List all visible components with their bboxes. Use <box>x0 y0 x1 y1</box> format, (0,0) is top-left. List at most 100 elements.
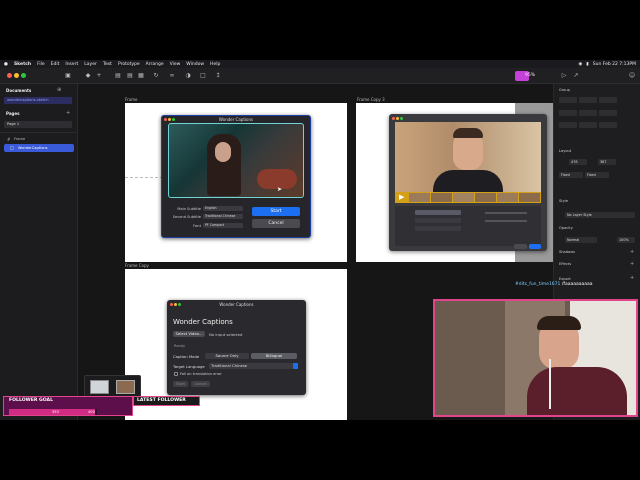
chat-username: #dits_fun_time1671 <box>515 282 561 287</box>
frame-layer-icon: # <box>7 137 11 142</box>
mouse-cursor-icon: ➤ <box>277 186 283 193</box>
main-subtitle-select[interactable]: English <box>203 206 243 211</box>
left-sidebar <box>0 84 78 420</box>
menu-window[interactable]: Window <box>186 62 204 67</box>
layer-wondercaptions-label: WonderCaptions <box>18 146 48 150</box>
menu-app-name[interactable]: Sketch <box>14 62 31 67</box>
wifi-icon[interactable]: ◉ <box>578 62 582 67</box>
artboard-label-frame-copy-3[interactable]: Frame Copy 3 <box>357 97 385 102</box>
video-face <box>215 142 231 162</box>
thumb-6 <box>519 193 540 202</box>
second-subtitle-select[interactable]: Traditional Chinese <box>203 214 243 219</box>
menu-view[interactable]: View <box>170 62 181 67</box>
inspector-field-9[interactable] <box>599 122 617 128</box>
zoom-window-button[interactable] <box>21 73 26 78</box>
thumbnail-1[interactable] <box>90 380 109 394</box>
grid-icon[interactable]: ▦ <box>137 72 145 80</box>
menu-help[interactable]: Help <box>210 62 220 67</box>
mask-icon[interactable]: ◑ <box>184 72 192 80</box>
link-icon[interactable]: ∞ <box>168 72 176 80</box>
y-position-field[interactable]: 387 <box>598 159 616 165</box>
target-language-select[interactable]: Traditional Chinese <box>209 363 298 369</box>
bilingual-option[interactable]: Bilingual <box>251 353 297 359</box>
source-only-option[interactable]: Source Only <box>205 353 249 359</box>
x-position-field[interactable]: 478 <box>569 159 587 165</box>
frame-icon[interactable]: □ <box>199 72 207 80</box>
add-shadow-icon[interactable]: + <box>630 249 634 255</box>
user-icon[interactable]: ☺ <box>628 72 636 80</box>
window2-dropdown-1[interactable] <box>415 210 461 215</box>
start-button[interactable]: Start <box>252 207 300 216</box>
select-video-button[interactable]: Select Video... <box>173 331 205 337</box>
height-fixed-field[interactable]: Fixed <box>585 172 609 178</box>
window3-cancel-button[interactable]: Cancel <box>191 381 210 387</box>
webcam-preview[interactable] <box>395 122 541 192</box>
add-export-icon[interactable]: + <box>630 275 634 281</box>
streamer-body <box>527 367 627 415</box>
document-add-icon[interactable]: ⊕ <box>57 87 61 93</box>
width-fixed-field[interactable]: Fixed <box>559 172 583 178</box>
align-icon[interactable]: ▤ <box>114 72 122 80</box>
distribute-icon[interactable]: ▤ <box>126 72 134 80</box>
close-window-button[interactable] <box>7 73 12 78</box>
play-button-icon[interactable]: ▶ <box>399 193 404 201</box>
inspector-field-6[interactable] <box>599 110 617 116</box>
window2-zoom-icon[interactable] <box>400 117 403 120</box>
menubar-clock[interactable]: Sun Feb 22 7:13PM <box>593 62 636 67</box>
window2-secondary-button[interactable] <box>514 244 527 249</box>
artboard-label-frame-copy[interactable]: Frame Copy <box>125 263 149 268</box>
inspector-field-2[interactable] <box>579 97 597 103</box>
window2-slider-1[interactable] <box>485 212 527 214</box>
minimize-window-button[interactable] <box>14 73 19 78</box>
person-hair <box>453 128 483 138</box>
webcam-overlay <box>433 299 638 417</box>
menu-prototype[interactable]: Prototype <box>118 62 140 67</box>
window2-dropdown-2[interactable] <box>415 218 461 223</box>
sidebar-toggle-icon[interactable]: ▣ <box>64 72 72 80</box>
menu-layer[interactable]: Layer <box>84 62 97 67</box>
window3-start-button[interactable]: Start <box>173 381 188 387</box>
inspector-field-7[interactable] <box>559 122 577 128</box>
opacity-field[interactable]: 100% <box>617 237 635 243</box>
zoom-level[interactable]: 95% <box>525 73 535 78</box>
share-icon[interactable]: ↗ <box>572 72 580 80</box>
refresh-icon[interactable]: ↻ <box>152 72 160 80</box>
thumbnail-2[interactable] <box>116 380 135 394</box>
fallback-checkbox[interactable] <box>174 372 178 376</box>
battery-icon[interactable]: ▮ <box>586 62 588 67</box>
add-page-icon[interactable]: + <box>66 110 70 116</box>
upload-icon[interactable]: ↥ <box>214 72 222 80</box>
font-select[interactable]: PF Compact <box>203 223 243 228</box>
window2-dropdown-3[interactable] <box>415 226 461 231</box>
menu-insert[interactable]: Insert <box>65 62 78 67</box>
window2-close-icon[interactable] <box>392 117 395 120</box>
menu-text[interactable]: Text <box>103 62 112 67</box>
inspector-field-8[interactable] <box>579 122 597 128</box>
diamond-icon[interactable]: ◆ <box>84 72 92 80</box>
menu-arrange[interactable]: Arrange <box>146 62 164 67</box>
window2-action-button[interactable] <box>529 244 541 249</box>
fallback-label: Fall on translation error <box>180 372 222 376</box>
video-preview-1[interactable] <box>168 123 304 198</box>
menu-file[interactable]: File <box>37 62 45 67</box>
streamer-hair <box>537 316 581 330</box>
window2-slider-2[interactable] <box>485 220 527 222</box>
goal-target: 400 <box>88 410 95 414</box>
menu-edit[interactable]: Edit <box>51 62 60 67</box>
cancel-button[interactable]: Cancel <box>252 219 300 228</box>
opacity-heading: Opacity <box>559 226 573 230</box>
add-effect-icon[interactable]: + <box>630 261 634 267</box>
play-icon[interactable]: ▷ <box>560 72 568 80</box>
insert-plus-icon[interactable]: + <box>95 72 103 80</box>
artboard-label-frame[interactable]: Frame <box>125 97 137 102</box>
inspector-field-1[interactable] <box>559 97 577 103</box>
inspector-field-3[interactable] <box>599 97 617 103</box>
inspector-field-5[interactable] <box>579 110 597 116</box>
timeline-strip[interactable] <box>395 192 541 203</box>
blend-mode-select[interactable]: Normal <box>565 237 597 243</box>
window2-minimize-icon[interactable] <box>396 117 399 120</box>
no-input-text: No input selected <box>209 332 243 337</box>
inspector-field-4[interactable] <box>559 110 577 116</box>
apple-icon[interactable]: ● <box>4 62 8 67</box>
layer-style-select[interactable]: No Layer Style <box>565 212 635 218</box>
